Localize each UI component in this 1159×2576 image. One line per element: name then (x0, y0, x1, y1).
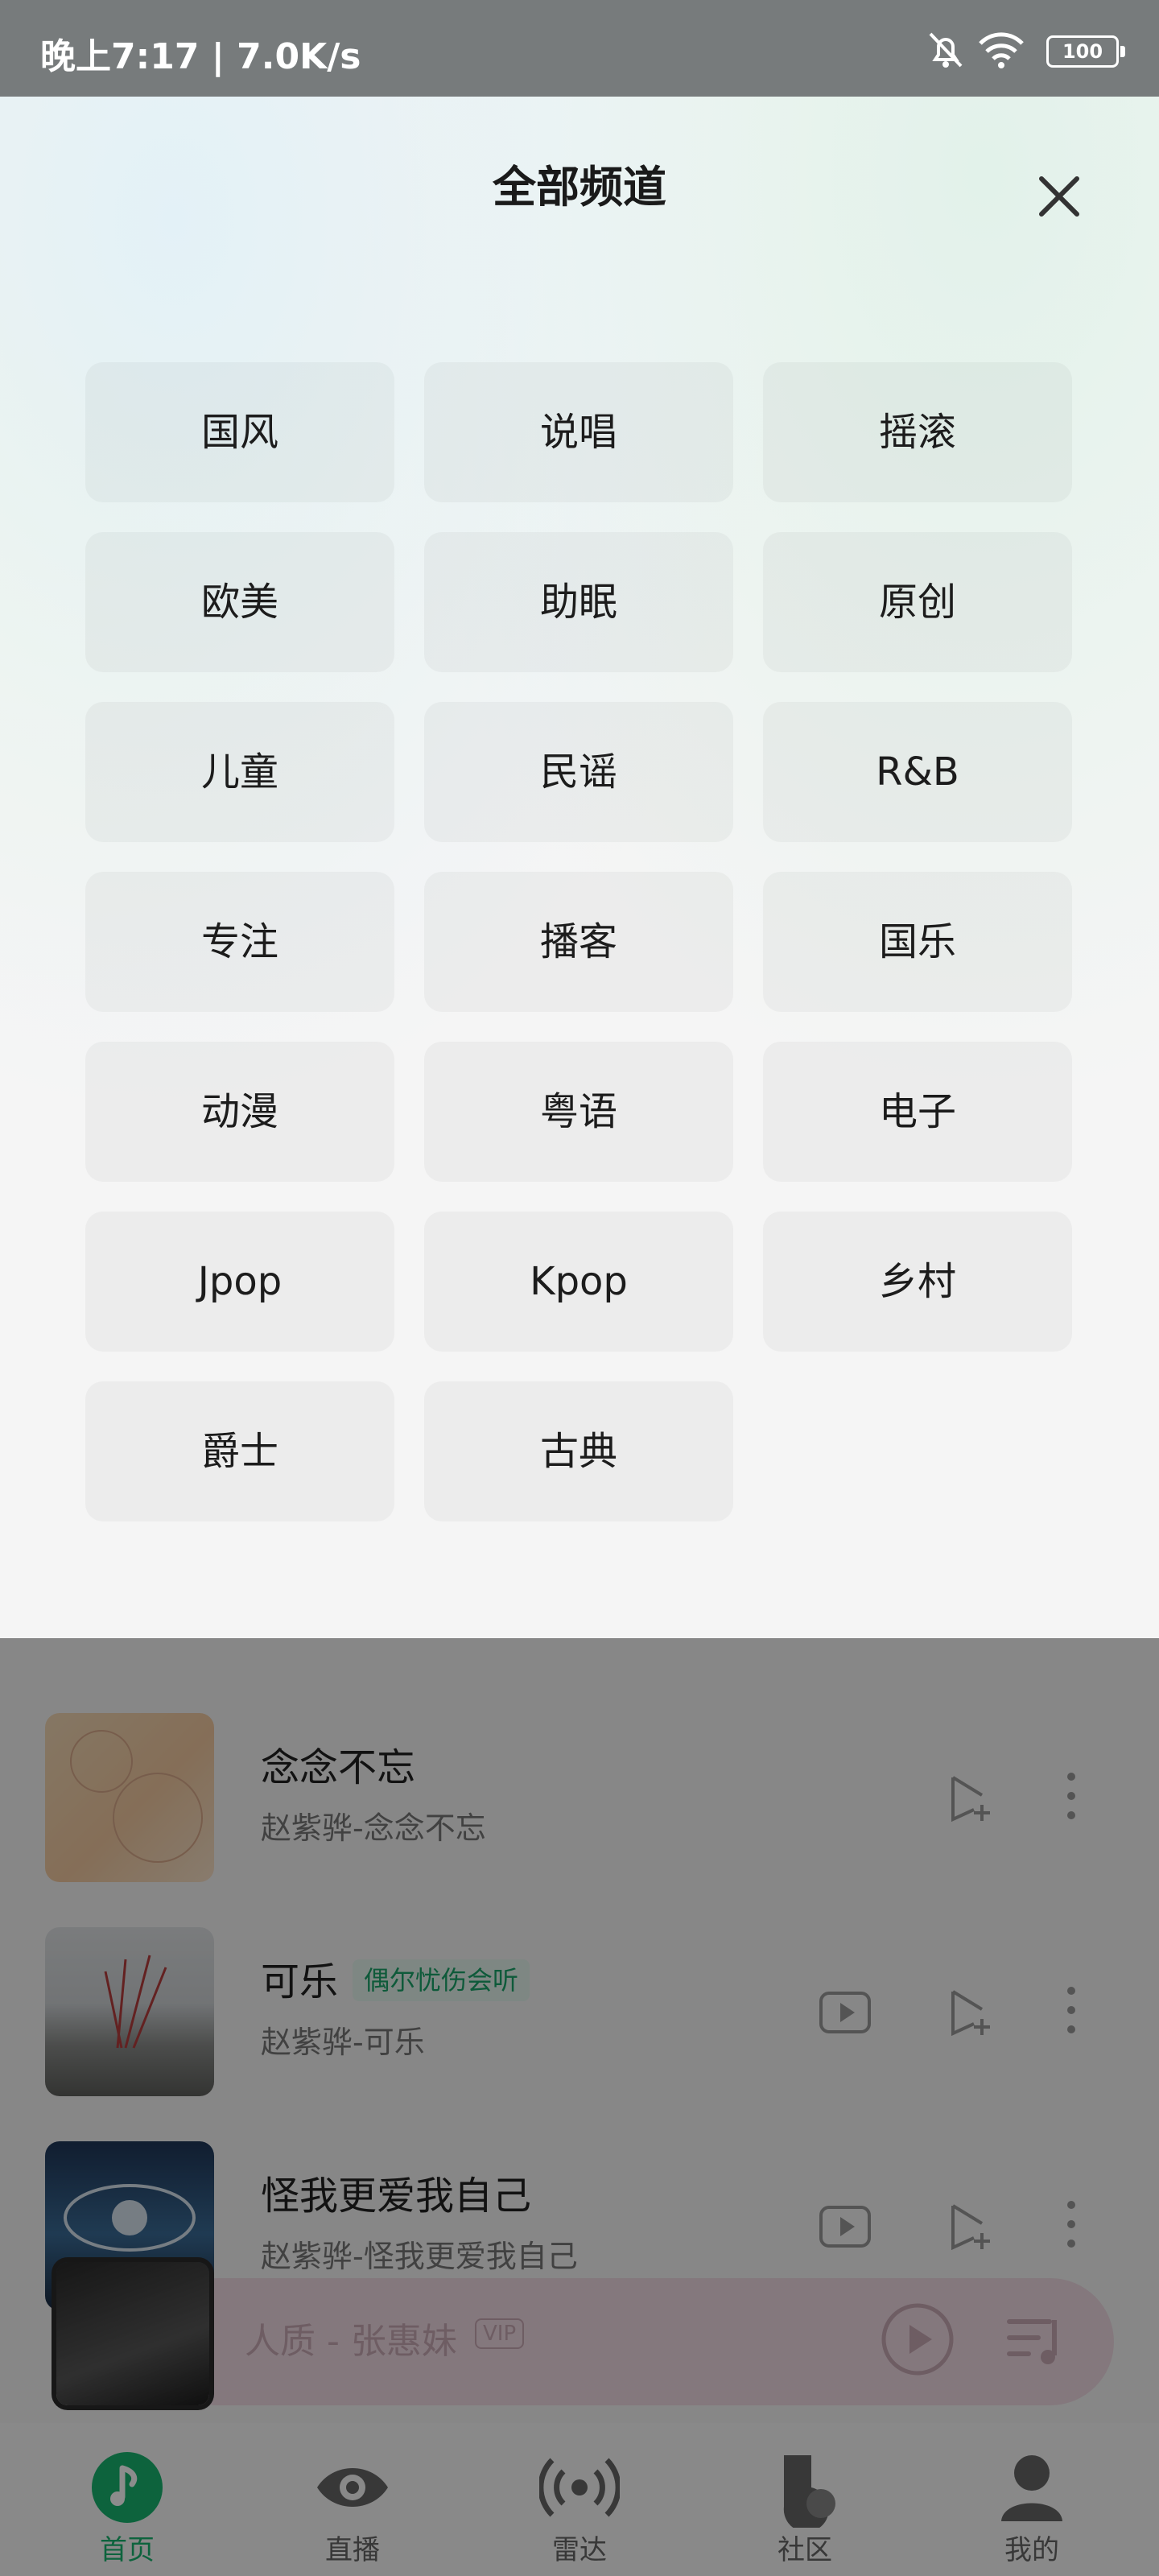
battery-indicator: 100 (1046, 35, 1125, 68)
channel-chip[interactable]: 动漫 (85, 1042, 394, 1182)
channel-chip[interactable]: 儿童 (85, 702, 394, 842)
status-icons: 100 (926, 29, 1125, 71)
close-icon[interactable] (1033, 171, 1085, 222)
channel-chip[interactable]: 国乐 (763, 872, 1072, 1012)
channel-chip[interactable]: 原创 (763, 532, 1072, 672)
channel-chip[interactable]: 古典 (424, 1381, 733, 1521)
sheet-title: 全部频道 (493, 162, 666, 213)
channel-chip[interactable]: 摇滚 (763, 362, 1072, 502)
channel-chip[interactable]: 专注 (85, 872, 394, 1012)
channel-chip[interactable]: 助眠 (424, 532, 733, 672)
wifi-icon (979, 32, 1024, 68)
channel-chip[interactable]: 欧美 (85, 532, 394, 672)
channel-chip[interactable]: 说唱 (424, 362, 733, 502)
status-bar: 晚上7:17 | 7.0K/s 100 (0, 0, 1159, 97)
channel-chip[interactable]: 民谣 (424, 702, 733, 842)
bell-muted-icon (929, 32, 963, 68)
channel-chip[interactable]: 爵士 (85, 1381, 394, 1521)
status-time: 晚上7:17 | 7.0K/s (40, 36, 361, 77)
channel-chip[interactable]: 电子 (763, 1042, 1072, 1182)
channel-chip[interactable]: 乡村 (763, 1212, 1072, 1352)
channel-chip[interactable]: Kpop (424, 1212, 733, 1352)
channel-chip[interactable]: 播客 (424, 872, 733, 1012)
channel-chip[interactable]: 国风 (85, 362, 394, 502)
channel-chip[interactable]: 粤语 (424, 1042, 733, 1182)
all-channels-sheet: 全部频道 国风 说唱 摇滚欧美 助眠 原创儿童 民谣 R&B 专注 播客 国乐动漫 粤语 电子 Jpop… (0, 97, 1159, 1638)
channel-chip[interactable]: R&B (763, 702, 1072, 842)
channel-chip[interactable]: Jpop (85, 1212, 394, 1352)
